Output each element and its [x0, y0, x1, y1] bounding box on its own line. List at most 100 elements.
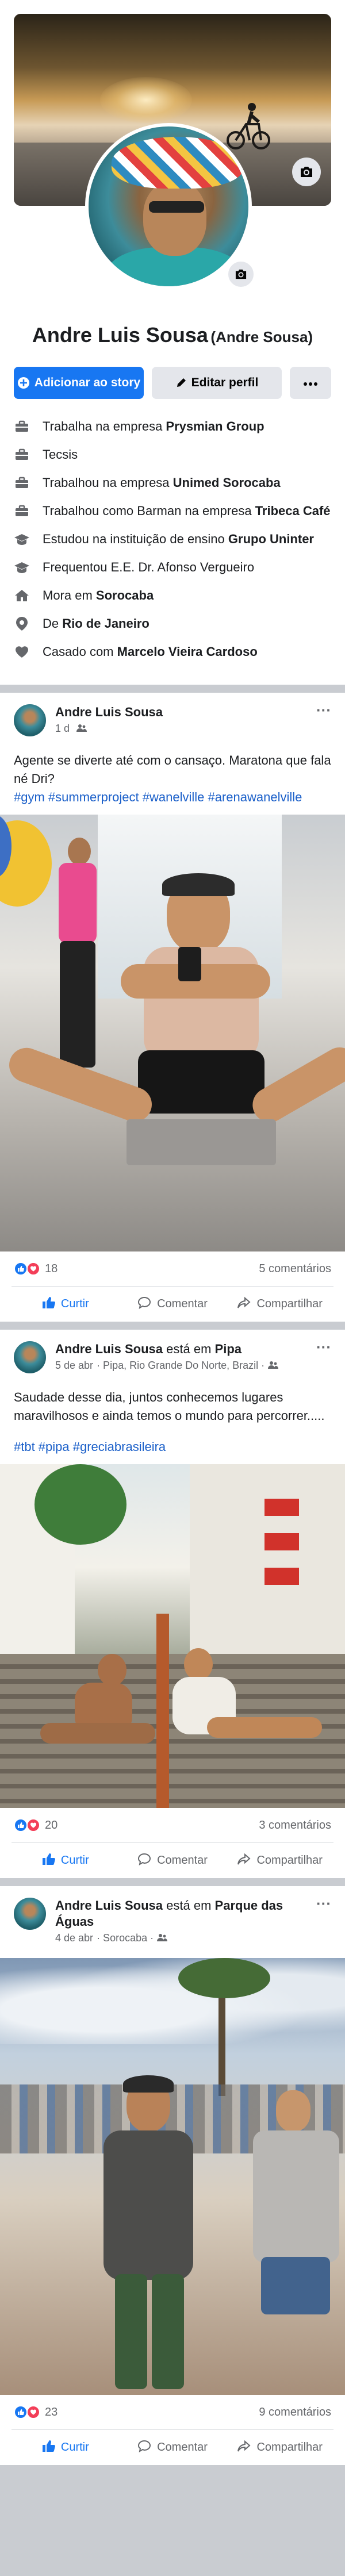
post-date[interactable]: 1 d: [55, 723, 70, 735]
about-item-text: Casado com Marcelo Vieira Cardoso: [43, 644, 258, 660]
like-button[interactable]: Curtir: [12, 2440, 119, 2456]
comments-count[interactable]: 3 comentários: [259, 1819, 331, 1832]
edit-profile-button[interactable]: Editar perfil: [152, 367, 282, 399]
heart-icon: [14, 644, 30, 660]
more-options-button[interactable]: [290, 367, 331, 399]
post-stats: 20 3 comentários: [0, 1808, 345, 1842]
avatar-sunglasses: [149, 201, 204, 213]
camera-icon: [301, 167, 312, 177]
post-hashtags[interactable]: #gym #summerproject #wanelville #arenawa…: [0, 788, 345, 807]
edit-profile-label: Editar perfil: [191, 376, 259, 389]
about-item-prefix: Trabalha na empresa: [43, 419, 166, 433]
add-to-story-button[interactable]: Adicionar ao story: [14, 367, 144, 399]
post-author-name[interactable]: Andre Luis Sousa: [55, 1342, 163, 1356]
post-stats: 23 9 comentários: [0, 2395, 345, 2429]
thumbs-up-icon: [41, 1853, 55, 1869]
lanterns: [264, 1499, 299, 1602]
about-item-link[interactable]: Unimed Sorocaba: [173, 475, 281, 490]
post-card: Andre Luis Sousa está em Parque das Água…: [0, 1886, 345, 2465]
post-options-button[interactable]: ···: [310, 701, 331, 719]
thumbs-up-icon: [41, 2440, 55, 2456]
share-button[interactable]: Compartilhar: [226, 2440, 334, 2456]
share-label: Compartilhar: [256, 1854, 323, 1867]
like-button[interactable]: Curtir: [12, 1296, 119, 1312]
about-item-prefix: De: [43, 616, 63, 631]
cover-sun-glow: [100, 77, 192, 123]
about-item: Tecsis: [14, 447, 331, 463]
add-to-story-label: Adicionar ao story: [34, 376, 141, 389]
about-item-text: Frequentou E.E. Dr. Afonso Vergueiro: [43, 559, 254, 575]
comment-label: Comentar: [157, 1297, 208, 1310]
share-button[interactable]: Compartilhar: [226, 1853, 334, 1869]
about-item-link[interactable]: Grupo Uninter: [228, 532, 314, 546]
about-item-link[interactable]: Tribeca Café: [255, 504, 331, 518]
edit-profile-picture-camera-button[interactable]: [227, 260, 255, 289]
comments-count[interactable]: 5 comentários: [259, 1262, 331, 1276]
post-date[interactable]: 4 de abr: [55, 1932, 93, 1944]
post-photo-pipa[interactable]: [0, 1464, 345, 1808]
about-item-text: De Rio de Janeiro: [43, 616, 150, 632]
post-location: · Sorocaba ·: [97, 1932, 154, 1944]
post-action-bar: Curtir Comentar Compartilhar: [12, 1842, 334, 1878]
pencil-icon: [175, 377, 187, 389]
reactions-summary[interactable]: 23: [14, 2405, 57, 2419]
reactions-summary[interactable]: 20: [14, 1818, 57, 1832]
post-photo-gym[interactable]: [0, 815, 345, 1251]
location-pin-icon: [14, 616, 30, 632]
plus-circle-icon: [17, 377, 30, 389]
post-card: Andre Luis Sousa está em Pipa 5 de abr · P…: [0, 1330, 345, 1878]
like-reaction-icon: [14, 1262, 28, 1276]
comment-button[interactable]: Comentar: [119, 1853, 227, 1869]
comment-label: Comentar: [157, 1854, 208, 1867]
like-button[interactable]: Curtir: [12, 1853, 119, 1869]
post-author-avatar[interactable]: [14, 1341, 46, 1373]
pole: [156, 1614, 169, 1808]
post-subline: 5 de abr · Pipa, Rio Grande Do Norte, Bra…: [55, 1360, 310, 1372]
about-item-link[interactable]: Prysmian Group: [166, 419, 264, 433]
post-author-avatar[interactable]: [14, 704, 46, 736]
post-text: Agente se diverte até com o cansaço. Mar…: [14, 753, 331, 786]
cover-area: [14, 14, 331, 295]
like-label: Curtir: [60, 1854, 89, 1867]
about-item-text: Tecsis: [43, 447, 78, 463]
about-item-text: Trabalhou na empresa Unimed Sorocaba: [43, 475, 281, 491]
comment-button[interactable]: Comentar: [119, 1296, 227, 1312]
friends-audience-icon: [268, 1360, 279, 1372]
comments-count[interactable]: 9 comentários: [259, 2406, 331, 2419]
graduation-cap-icon: [14, 559, 30, 575]
man-right: [253, 2090, 339, 2395]
avatar-hat: [112, 137, 244, 189]
post-author-avatar[interactable]: [14, 1898, 46, 1930]
post-author-name[interactable]: Andre Luis Sousa: [55, 705, 163, 719]
profile-alternate-name: (Andre Sousa): [210, 328, 313, 345]
post-hashtags[interactable]: #tbt #pipa #greciabrasileira: [0, 1438, 345, 1456]
like-label: Curtir: [60, 1297, 89, 1310]
man-sitting: [4, 873, 345, 1223]
about-item-link[interactable]: Sorocaba: [96, 588, 154, 602]
profile-picture[interactable]: [85, 123, 252, 290]
post-options-button[interactable]: ···: [310, 1896, 331, 1911]
share-button[interactable]: Compartilhar: [226, 1296, 334, 1312]
about-item-link[interactable]: Rio de Janeiro: [62, 616, 150, 631]
share-arrow-icon: [237, 1296, 251, 1312]
post-options-button[interactable]: ···: [310, 1339, 331, 1354]
post-header: Andre Luis Sousa 1 d ···: [0, 701, 345, 736]
post-place-link[interactable]: Pipa: [215, 1342, 241, 1356]
post-meta: Andre Luis Sousa está em Parque das Água…: [55, 1898, 310, 1944]
post-date[interactable]: 5 de abr: [55, 1360, 93, 1372]
post-photo-park[interactable]: [0, 1958, 345, 2395]
man-right: [172, 1648, 322, 1769]
more-dots-icon: ···: [316, 701, 331, 719]
reactions-summary[interactable]: 18: [14, 1262, 57, 1276]
comment-button[interactable]: Comentar: [119, 2440, 227, 2456]
about-item-text: Trabalha na empresa Prysmian Group: [43, 419, 264, 435]
briefcase-icon: [14, 419, 30, 435]
about-list: Trabalha na empresa Prysmian Group Tecsis…: [14, 419, 331, 660]
cyclist-silhouette: [227, 103, 270, 149]
about-item-link[interactable]: Marcelo Vieira Cardoso: [117, 644, 258, 659]
man-selfie: [98, 2075, 201, 2395]
profile-actions: Adicionar ao story Editar perfil: [14, 367, 331, 399]
post-author-name[interactable]: Andre Luis Sousa: [55, 1898, 163, 1913]
post-action-bar: Curtir Comentar Compartilhar: [12, 2429, 334, 2465]
edit-cover-camera-button[interactable]: [292, 158, 321, 186]
